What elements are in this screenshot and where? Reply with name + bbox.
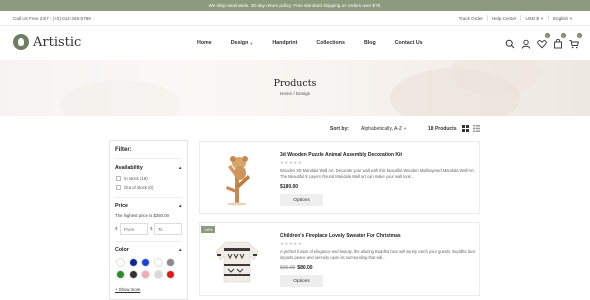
chevron-down-icon: ▼ — [403, 126, 408, 131]
main-nav: Home Design ▼ Handprint Collections Blog … — [197, 40, 442, 46]
in-stock-checkbox[interactable]: In stock (18) — [116, 176, 148, 181]
language-select[interactable]: English ▼ — [549, 16, 577, 21]
checkbox-box[interactable] — [116, 185, 121, 190]
availability-heading[interactable]: Availability — [115, 165, 143, 171]
chevron-down-icon: ▼ — [569, 15, 573, 21]
color-heading[interactable]: Color — [115, 247, 129, 253]
price-heading[interactable]: Price — [115, 203, 128, 209]
price-from-input[interactable]: From — [120, 223, 148, 235]
wishlist-icon[interactable]: 0 — [553, 33, 566, 49]
currency-value: USD $ — [525, 15, 539, 21]
out-of-stock-label: Out of stock (0) — [124, 185, 154, 190]
price-to-input[interactable]: To — [154, 223, 182, 235]
divider — [115, 241, 182, 242]
account-icon[interactable] — [521, 36, 531, 49]
color-swatch[interactable] — [116, 270, 125, 279]
currency-select[interactable]: USD $ ▼ — [521, 16, 548, 21]
product-title[interactable]: Children's Fireplace Lovely Sweater For … — [280, 233, 401, 239]
product-description: A perfect fusion of elegance and beauty,… — [280, 249, 476, 260]
cart-count-badge: 0 — [577, 33, 582, 38]
chevron-down-icon: ▼ — [249, 40, 254, 46]
divider — [115, 158, 182, 159]
cart-icon[interactable]: 0 — [569, 33, 582, 49]
color-swatch[interactable] — [166, 258, 175, 267]
nav-item-home[interactable]: Home — [197, 40, 212, 46]
color-swatch[interactable] — [128, 258, 138, 267]
page-title: Products — [273, 78, 317, 89]
breadcrumb[interactable]: Home / Design — [0, 91, 590, 96]
nav-item-handprint[interactable]: Handprint — [272, 40, 297, 46]
color-swatch[interactable] — [153, 258, 163, 267]
language-value: English — [552, 15, 569, 21]
options-button[interactable]: Options — [280, 194, 323, 206]
options-button[interactable]: Options — [280, 275, 323, 287]
price-note: The highest price is $250.00 — [115, 213, 169, 218]
nav-item-design[interactable]: Design ▼ — [231, 40, 254, 46]
checkbox-box[interactable] — [116, 176, 121, 181]
utility-links: Track Order Help Center USD $ ▼ English ▼ — [455, 15, 577, 21]
product-title[interactable]: 3d Wooden Puzzle Animal Assembly Decorat… — [280, 152, 402, 158]
nav-item-blog[interactable]: Blog — [364, 40, 376, 46]
grid-view-icon[interactable] — [462, 125, 469, 132]
sort-select[interactable]: Alphabetically, A-Z▼ — [361, 126, 407, 132]
product-price: $180.00 — [280, 184, 299, 190]
color-swatch[interactable] — [128, 270, 138, 279]
chevron-down-icon: ▼ — [539, 15, 544, 21]
currency-symbol: $ — [115, 226, 118, 231]
nav-item-contact-us[interactable]: Contact Us — [395, 40, 423, 46]
product-image[interactable] — [208, 230, 266, 288]
compare-count-badge: 0 — [545, 33, 550, 38]
site-header: Artistic Home Design ▼ Handprint Collecti… — [0, 26, 590, 60]
sale-badge: -18% — [201, 226, 215, 233]
price-from-placeholder: From — [124, 226, 135, 232]
announcement-bar: We ship nationwide. 30-day return policy… — [0, 0, 590, 11]
product-card: Children's Fireplace Lovely Sweater For … — [199, 222, 480, 296]
color-swatch[interactable] — [141, 270, 150, 279]
logo-icon — [13, 34, 29, 50]
sale-price: $80.00 — [297, 265, 313, 271]
compare-at-price: $95.00 — [280, 265, 296, 271]
out-of-stock-checkbox[interactable]: Out of stock (0) — [116, 185, 153, 190]
sort-value: Alphabetically, A-Z — [361, 126, 403, 132]
currency-symbol: $ — [150, 226, 153, 231]
product-description: Wooden 3D Mandala Wall Art. Decorate you… — [280, 168, 475, 179]
filter-title: Filter: — [115, 147, 132, 153]
rating-stars-icon: ★★★★★ — [280, 160, 303, 165]
sort-label: Sort by: — [330, 126, 349, 132]
utility-bar: Call Us Free 24/7 : (+0) 012-345-6789 Tr… — [0, 11, 590, 26]
contact-phone: Call Us Free 24/7 : (+0) 012-345-6789 — [13, 16, 91, 21]
nav-item-label: Design — [230, 40, 249, 46]
wishlist-count-badge: 0 — [561, 33, 566, 38]
show-more-link[interactable]: + Show more — [115, 287, 140, 292]
nav-item-collections[interactable]: Collections — [316, 40, 345, 46]
product-image[interactable] — [208, 149, 266, 207]
rating-stars-icon: ★★★★★ — [280, 241, 303, 246]
color-swatch[interactable] — [166, 270, 175, 279]
color-swatch[interactable] — [116, 258, 125, 267]
list-view-icon[interactable] — [473, 125, 480, 132]
divider — [115, 197, 182, 198]
product-price: $95.00 $80.00 — [280, 265, 313, 271]
product-count: 18 Products — [428, 126, 457, 132]
product-card: 3d Wooden Puzzle Animal Assembly Decorat… — [199, 141, 480, 214]
brand-name: Artistic — [33, 34, 82, 50]
announcement-text: We ship nationwide. 30-day return policy… — [208, 3, 382, 8]
page-hero: Products Home / Design — [0, 60, 590, 116]
search-icon[interactable] — [505, 36, 515, 49]
color-swatch[interactable] — [153, 270, 163, 279]
color-swatch[interactable] — [141, 258, 150, 267]
collection-toolbar: Sort by: Alphabetically, A-Z▼ 18 Product… — [0, 122, 590, 136]
help-center-link[interactable]: Help Center — [488, 16, 521, 21]
compare-icon[interactable]: 0 — [537, 33, 550, 49]
track-order-link[interactable]: Track Order — [455, 16, 487, 21]
brand-logo[interactable]: Artistic — [13, 34, 81, 50]
in-stock-label: In stock (18) — [124, 176, 148, 181]
price-to-placeholder: To — [158, 226, 163, 232]
header-icons: 0 0 0 — [499, 33, 582, 49]
